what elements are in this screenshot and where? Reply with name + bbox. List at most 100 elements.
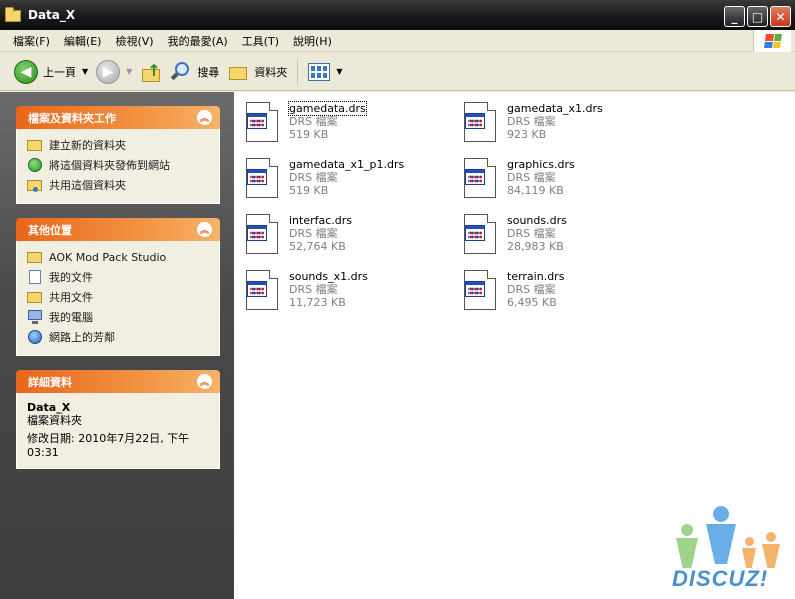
up-folder-button[interactable]: ↑ bbox=[136, 57, 166, 87]
place-label: 共用文件 bbox=[49, 291, 93, 304]
other-places-header[interactable]: 其他位置 ︽ bbox=[16, 218, 220, 241]
new-folder-icon bbox=[27, 137, 43, 153]
folders-icon bbox=[227, 63, 249, 81]
close-button[interactable]: ✕ bbox=[770, 6, 791, 27]
details-title: 詳細資料 bbox=[28, 375, 72, 389]
task-label: 將這個資料夾發佈到網站 bbox=[49, 159, 170, 172]
file-name: sounds.drs bbox=[507, 214, 567, 227]
file-tasks-header[interactable]: 檔案及資料夾工作 ︽ bbox=[16, 106, 220, 129]
folders-label: 資料夾 bbox=[254, 65, 288, 79]
file-type: DRS 檔案 bbox=[289, 283, 338, 296]
person-icon bbox=[742, 537, 756, 568]
menu-view[interactable]: 檢視(V) bbox=[108, 33, 160, 49]
file-type: DRS 檔案 bbox=[289, 171, 338, 184]
place-aok-mod-pack-studio[interactable]: AOK Mod Pack Studio bbox=[27, 247, 209, 267]
file-name: graphics.drs bbox=[507, 158, 575, 171]
forward-arrow-icon: ▶ bbox=[96, 59, 121, 84]
menu-help[interactable]: 說明(H) bbox=[286, 33, 339, 49]
place-my-documents[interactable]: 我的文件 bbox=[27, 267, 209, 287]
back-label: 上一頁 bbox=[43, 65, 76, 79]
file-item[interactable]: interfac.drs DRS 檔案 52,764 KB bbox=[242, 210, 442, 258]
documents-icon bbox=[27, 269, 43, 285]
views-button[interactable]: ▼ bbox=[304, 57, 346, 87]
drs-file-icon bbox=[460, 154, 500, 202]
file-type: DRS 檔案 bbox=[507, 227, 556, 240]
maximize-button[interactable]: □ bbox=[747, 6, 768, 27]
file-item[interactable]: graphics.drs DRS 檔案 84,119 KB bbox=[460, 154, 660, 202]
collapse-chevron-icon[interactable]: ︽ bbox=[197, 222, 212, 237]
place-network[interactable]: 網路上的芳鄰 bbox=[27, 327, 209, 347]
toolbar: ◀ 上一頁 ▼ ▶ ▼ ↑ 搜尋 資料夾 ▼ bbox=[0, 53, 795, 91]
details-panel: 詳細資料 ︽ Data_X 檔案資料夾 修改日期: 2010年7月22日, 下午… bbox=[16, 370, 220, 469]
details-modified-time: 03:31 bbox=[27, 446, 59, 459]
place-label: 我的文件 bbox=[49, 271, 93, 284]
task-share-folder[interactable]: 共用這個資料夾 bbox=[27, 175, 209, 195]
file-tasks-panel: 檔案及資料夾工作 ︽ 建立新的資料夾 將這個資料夾發佈到網站 共用這個資料夾 bbox=[16, 106, 220, 204]
discuz-watermark: DISCUZ! bbox=[672, 498, 794, 594]
folder-icon bbox=[27, 289, 43, 305]
menu-tools[interactable]: 工具(T) bbox=[235, 33, 286, 49]
file-type: DRS 檔案 bbox=[289, 227, 338, 240]
window-title: Data_X bbox=[28, 8, 76, 22]
menu-bar: 檔案(F) 編輯(E) 檢視(V) 我的最愛(A) 工具(T) 說明(H) bbox=[0, 30, 795, 52]
network-icon bbox=[27, 329, 43, 345]
file-name: gamedata_x1_p1.drs bbox=[289, 158, 405, 171]
file-type: DRS 檔案 bbox=[507, 115, 556, 128]
other-places-title: 其他位置 bbox=[28, 223, 72, 237]
file-item[interactable]: sounds_x1.drs DRS 檔案 11,723 KB bbox=[242, 266, 442, 314]
search-label: 搜尋 bbox=[197, 65, 220, 79]
collapse-chevron-icon[interactable]: ︽ bbox=[197, 374, 212, 389]
file-name: gamedata_x1.drs bbox=[507, 102, 603, 115]
menu-favorites[interactable]: 我的最愛(A) bbox=[161, 33, 235, 49]
explorer-window: Data_X _ □ ✕ 檔案(F) 編輯(E) 檢視(V) 我的最愛(A) 工… bbox=[0, 0, 795, 599]
drs-file-icon bbox=[242, 154, 282, 202]
place-shared-documents[interactable]: 共用文件 bbox=[27, 287, 209, 307]
details-header[interactable]: 詳細資料 ︽ bbox=[16, 370, 220, 393]
file-size: 519 KB bbox=[289, 128, 329, 141]
folders-button[interactable]: 資料夾 bbox=[223, 57, 291, 87]
minimize-button[interactable]: _ bbox=[724, 6, 745, 27]
folder-icon bbox=[27, 249, 43, 265]
file-size: 11,723 KB bbox=[289, 296, 346, 309]
file-type: DRS 檔案 bbox=[507, 171, 556, 184]
file-item[interactable]: gamedata_x1.drs DRS 檔案 923 KB bbox=[460, 98, 660, 146]
task-new-folder[interactable]: 建立新的資料夾 bbox=[27, 135, 209, 155]
place-my-computer[interactable]: 我的電腦 bbox=[27, 307, 209, 327]
details-modified: 修改日期: 2010年7月22日, 下午 bbox=[27, 432, 190, 445]
file-item[interactable]: terrain.drs DRS 檔案 6,495 KB bbox=[460, 266, 660, 314]
search-button[interactable]: 搜尋 bbox=[166, 57, 223, 87]
person-icon bbox=[762, 532, 780, 568]
task-publish-web[interactable]: 將這個資料夾發佈到網站 bbox=[27, 155, 209, 175]
menu-edit[interactable]: 編輯(E) bbox=[57, 33, 109, 49]
collapse-chevron-icon[interactable]: ︽ bbox=[197, 110, 212, 125]
file-size: 84,119 KB bbox=[507, 184, 564, 197]
place-label: 我的電腦 bbox=[49, 311, 93, 324]
person-icon bbox=[676, 524, 698, 568]
drs-file-icon bbox=[242, 266, 282, 314]
back-button[interactable]: ◀ 上一頁 ▼ bbox=[10, 57, 92, 87]
file-item[interactable]: gamedata.drs DRS 檔案 519 KB bbox=[242, 98, 442, 146]
task-label: 建立新的資料夾 bbox=[49, 139, 126, 152]
folder-icon bbox=[5, 7, 23, 22]
file-item[interactable]: sounds.drs DRS 檔案 28,983 KB bbox=[460, 210, 660, 258]
file-tasks-title: 檔案及資料夾工作 bbox=[28, 111, 116, 125]
forward-button[interactable]: ▶ ▼ bbox=[92, 57, 136, 87]
forward-dropdown-icon[interactable]: ▼ bbox=[126, 67, 132, 76]
views-dropdown-icon[interactable]: ▼ bbox=[336, 67, 342, 76]
windows-logo-icon bbox=[753, 30, 791, 52]
other-places-panel: 其他位置 ︽ AOK Mod Pack Studio 我的文件 共用文件 我的電… bbox=[16, 218, 220, 356]
place-label: 網路上的芳鄰 bbox=[49, 331, 115, 344]
file-item[interactable]: gamedata_x1_p1.drs DRS 檔案 519 KB bbox=[242, 154, 442, 202]
watermark-text: DISCUZ! bbox=[672, 566, 769, 591]
views-icon bbox=[308, 62, 331, 81]
back-dropdown-icon[interactable]: ▼ bbox=[82, 67, 88, 76]
file-name: sounds_x1.drs bbox=[289, 270, 368, 283]
drs-file-icon bbox=[460, 266, 500, 314]
person-icon bbox=[706, 506, 736, 564]
publish-globe-icon bbox=[27, 157, 43, 173]
file-type: DRS 檔案 bbox=[289, 115, 338, 128]
up-folder-icon: ↑ bbox=[140, 61, 162, 83]
file-type: DRS 檔案 bbox=[507, 283, 556, 296]
title-bar[interactable]: Data_X _ □ ✕ bbox=[0, 0, 795, 30]
menu-file[interactable]: 檔案(F) bbox=[6, 33, 57, 49]
